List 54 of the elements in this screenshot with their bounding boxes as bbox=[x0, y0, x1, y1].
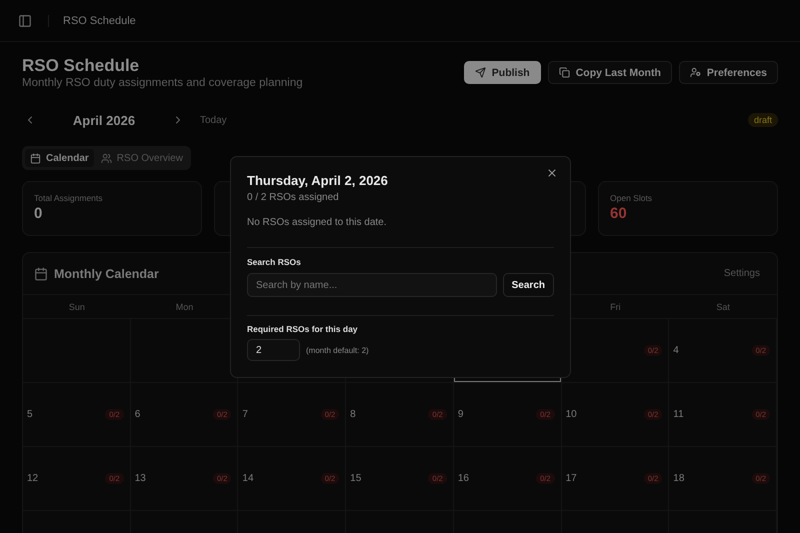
publish-button[interactable]: Publish bbox=[464, 61, 541, 84]
copy-icon bbox=[558, 67, 570, 78]
user-gear-icon bbox=[690, 67, 701, 78]
day-number: 9 bbox=[458, 409, 464, 420]
sidebar-icon bbox=[18, 14, 32, 28]
copy-month-button[interactable]: Copy Last Month bbox=[548, 61, 672, 84]
settings-button[interactable]: Settings bbox=[718, 267, 766, 280]
month-default-hint: (month default: 2) bbox=[306, 346, 369, 354]
calendar-icon bbox=[34, 266, 48, 280]
stat-label: Total Assignments bbox=[34, 193, 104, 203]
breadcrumb-title: RSO Schedule bbox=[48, 14, 136, 26]
day-number: 16 bbox=[458, 473, 469, 484]
day-number: 12 bbox=[27, 473, 38, 484]
view-tab[interactable]: RSO Overview bbox=[96, 149, 188, 167]
day-number: 17 bbox=[566, 473, 577, 484]
search-button[interactable]: Search bbox=[502, 273, 554, 297]
day-number: 13 bbox=[134, 473, 146, 484]
today-link[interactable]: Today bbox=[200, 114, 227, 126]
required-field[interactable]: 2 bbox=[247, 339, 300, 361]
close-icon bbox=[546, 167, 558, 179]
search-field[interactable]: Search by name... bbox=[247, 273, 497, 297]
view-tab[interactable]: Calendar bbox=[25, 149, 94, 167]
close-button[interactable] bbox=[546, 167, 558, 179]
dialog-title: Thursday, April 2, 2026 bbox=[247, 173, 389, 188]
weekday-label: Sat bbox=[716, 302, 730, 312]
status-badge: draft bbox=[748, 113, 778, 127]
calendar-title: Monthly Calendar bbox=[54, 266, 159, 280]
assigned-count: 0 / 2 RSOs assigned bbox=[247, 192, 340, 203]
stat-label: Open Slots bbox=[610, 193, 654, 203]
required-label: Required RSOs for this day bbox=[247, 324, 359, 334]
day-number: 7 bbox=[242, 409, 248, 420]
stat-value: 0 bbox=[34, 205, 44, 222]
weekday-label: Mon bbox=[176, 302, 194, 312]
empty-note: No RSOs assigned to this date. bbox=[247, 217, 388, 228]
search-label: Search RSOs bbox=[247, 257, 302, 267]
day-number: 15 bbox=[350, 473, 362, 484]
day-number: 14 bbox=[242, 473, 254, 484]
people-icon bbox=[100, 152, 112, 164]
day-number: 5 bbox=[27, 409, 33, 420]
day-number: 11 bbox=[673, 409, 684, 420]
stat-value: 60 bbox=[610, 205, 628, 222]
day-number: 6 bbox=[134, 409, 140, 420]
day-number: 8 bbox=[350, 409, 356, 420]
paper-plane-icon bbox=[474, 67, 486, 78]
calendar-icon bbox=[30, 152, 41, 164]
preferences-button[interactable]: Preferences bbox=[678, 61, 778, 84]
day-number: 4 bbox=[673, 345, 679, 356]
page-subtitle: Monthly RSO duty assignments and coverage planning bbox=[22, 77, 303, 89]
weekday-label: Sun bbox=[68, 302, 85, 312]
month-label: April 2026 bbox=[72, 112, 136, 128]
page-title: RSO Schedule bbox=[22, 56, 140, 76]
day-number: 18 bbox=[673, 473, 684, 484]
weekday-label: Fri bbox=[610, 302, 621, 312]
day-number: 10 bbox=[566, 409, 577, 420]
